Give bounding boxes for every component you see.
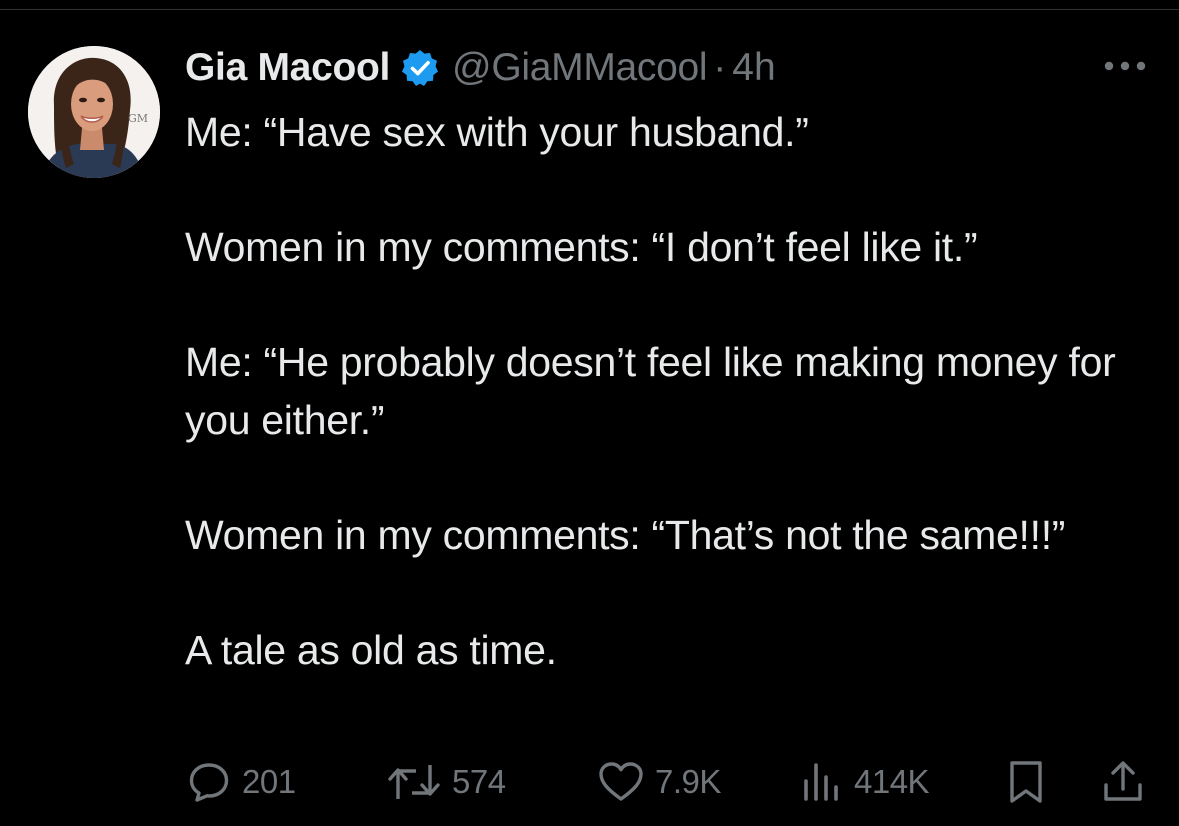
heart-icon bbox=[597, 759, 645, 805]
bookmark-button[interactable] bbox=[1004, 752, 1048, 812]
share-button[interactable] bbox=[1100, 752, 1146, 812]
tweet-actions: 201 574 7.9K 414K bbox=[0, 752, 1179, 812]
views-chart-icon bbox=[800, 759, 844, 805]
separator-dot: · bbox=[713, 46, 727, 89]
tweet-timestamp[interactable]: 4h bbox=[732, 46, 775, 90]
bookmark-icon bbox=[1004, 759, 1048, 805]
reply-icon bbox=[186, 759, 232, 805]
like-button[interactable]: 7.9K bbox=[597, 752, 721, 812]
views-button[interactable]: 414K bbox=[800, 752, 930, 812]
share-icon bbox=[1100, 759, 1146, 805]
reply-button[interactable]: 201 bbox=[186, 752, 296, 812]
retweet-icon bbox=[386, 759, 442, 805]
verified-badge-icon[interactable] bbox=[400, 48, 440, 88]
author-handle[interactable]: @GiaMMacool bbox=[452, 46, 708, 90]
avatar-image: GM bbox=[28, 46, 160, 178]
like-count: 7.9K bbox=[655, 763, 721, 800]
reply-count: 201 bbox=[242, 763, 296, 800]
views-count: 414K bbox=[854, 763, 930, 800]
display-name[interactable]: Gia Macool bbox=[185, 46, 390, 90]
tweet-header: Gia Macool @GiaMMacool · 4h bbox=[185, 40, 776, 96]
retweet-count: 574 bbox=[452, 763, 506, 800]
svg-text:GM: GM bbox=[128, 112, 148, 125]
tweet-text: Me: “Have sex with your husband.” Women … bbox=[185, 109, 1116, 673]
avatar[interactable]: GM bbox=[28, 46, 160, 178]
top-divider bbox=[0, 9, 1179, 10]
more-options-icon[interactable] bbox=[1102, 58, 1148, 74]
retweet-button[interactable]: 574 bbox=[386, 752, 506, 812]
